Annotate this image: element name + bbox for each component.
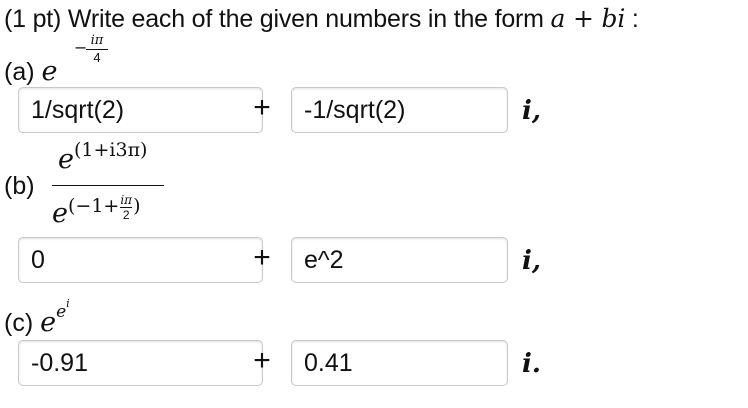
part-c-imag-input[interactable] bbox=[291, 340, 508, 386]
part-c-exp1: e bbox=[56, 302, 67, 322]
part-c-base-e: e bbox=[40, 307, 57, 338]
part-b-den-frac-den: 2 bbox=[122, 208, 130, 223]
part-c-exp2: i bbox=[66, 297, 70, 310]
part-b-den-frac-num: iπ bbox=[120, 193, 133, 208]
form-plus: + bbox=[565, 4, 602, 33]
part-b-fraction-bar bbox=[52, 185, 164, 186]
part-b-numerator: e(1+i3π) bbox=[58, 139, 147, 175]
part-a-real-input[interactable] bbox=[18, 87, 263, 133]
part-a-letter: (a) bbox=[4, 58, 35, 86]
problem-statement: (1 pt) Write each of the given numbers i… bbox=[4, 4, 639, 34]
form-bi: bi bbox=[601, 4, 626, 33]
part-b-den-base: e bbox=[52, 198, 68, 229]
part-a-base-e: e bbox=[41, 56, 58, 87]
part-b-real-input[interactable] bbox=[18, 237, 263, 283]
part-a-label: (a) e bbox=[4, 56, 58, 87]
part-b-num-base: e bbox=[58, 144, 74, 175]
part-b-den-exp-close: ) bbox=[133, 195, 141, 217]
part-c-plus: + bbox=[253, 344, 271, 377]
part-b-i-suffix: i, bbox=[522, 246, 541, 276]
part-b-label: (b) bbox=[4, 172, 35, 200]
statement-suffix: : bbox=[625, 5, 639, 33]
part-b-num-exp: (1+i3π) bbox=[73, 139, 148, 161]
part-a-imag-input[interactable] bbox=[291, 87, 508, 133]
part-a-exponent-fraction: iπ 4 bbox=[82, 34, 112, 65]
part-b-den-exp-frac: iπ 2 bbox=[120, 193, 133, 223]
part-b-plus: + bbox=[253, 241, 271, 274]
part-b-imag-input[interactable] bbox=[291, 237, 508, 283]
part-a-i-suffix: i, bbox=[522, 96, 541, 126]
part-a-exp-den: 4 bbox=[93, 50, 101, 65]
part-c-letter: (c) bbox=[4, 309, 34, 337]
part-c-label: (c) eei bbox=[4, 297, 70, 338]
part-b-den-exp-open: (−1+ bbox=[67, 195, 120, 217]
statement-text: (1 pt) Write each of the given numbers i… bbox=[4, 5, 551, 33]
part-c-real-input[interactable] bbox=[18, 340, 263, 386]
form-a: a bbox=[550, 4, 566, 33]
part-a-plus: + bbox=[253, 91, 271, 124]
part-c-i-suffix: i. bbox=[522, 349, 541, 379]
part-a-exp-num: iπ bbox=[90, 33, 104, 48]
part-b-denominator: e(−1+ iπ 2) bbox=[52, 194, 141, 231]
